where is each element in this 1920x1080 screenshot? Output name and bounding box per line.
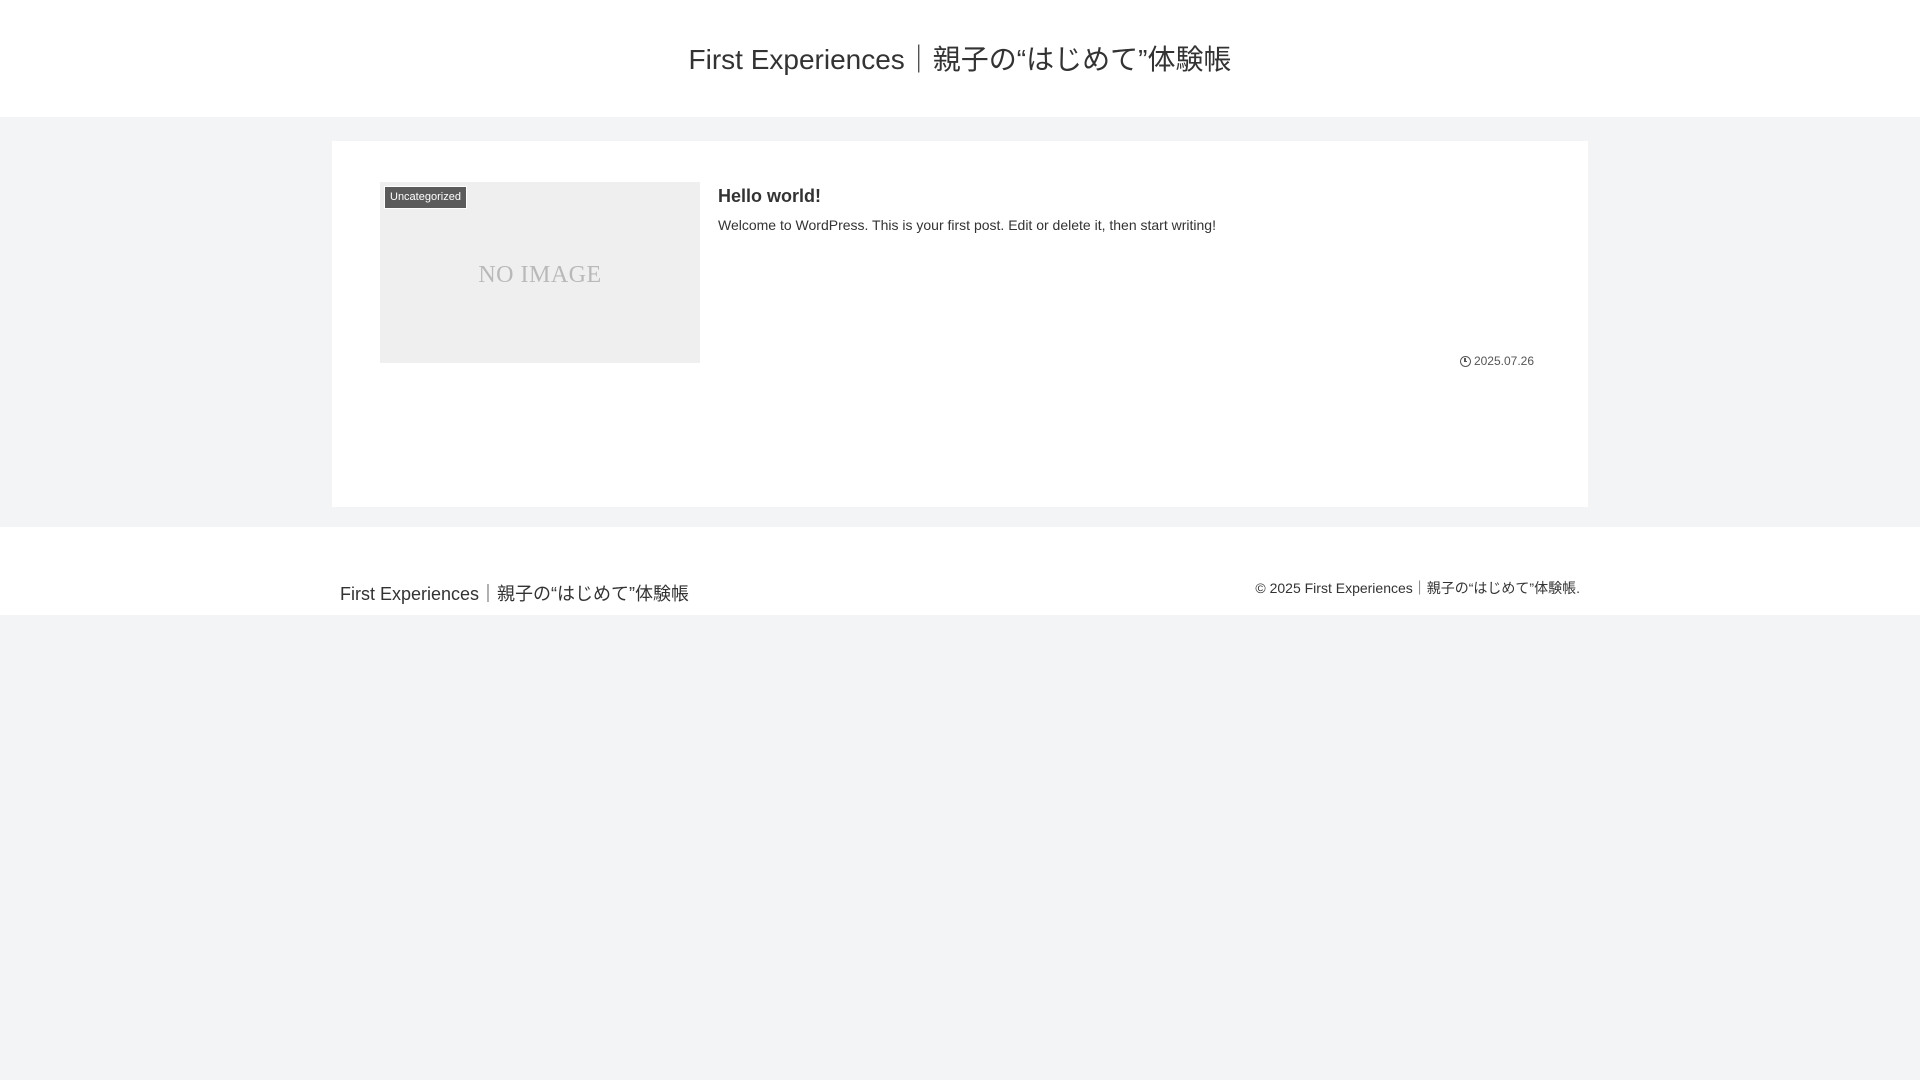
- entry-snippet: Welcome to WordPress. This is your first…: [718, 217, 1216, 233]
- entry-title[interactable]: Hello world!: [718, 184, 1534, 208]
- entry-thumbnail[interactable]: NO IMAGE Uncategorized: [380, 182, 700, 363]
- clock-icon: [1459, 355, 1471, 367]
- entry-card[interactable]: NO IMAGE Uncategorized Hello world! Welc…: [380, 182, 1534, 368]
- content-area: NO IMAGE Uncategorized Hello world! Welc…: [0, 117, 1920, 527]
- no-image-placeholder: NO IMAGE: [478, 262, 602, 288]
- entry-date-text: 2025.07.26: [1473, 354, 1534, 368]
- entry-body: Hello world! Welcome to WordPress. This …: [700, 182, 1534, 368]
- entry-date: 2025.07.26: [1459, 354, 1534, 368]
- category-label: Uncategorized: [384, 186, 467, 209]
- footer-site-title-link[interactable]: First Experiences｜親子の“はじめて”体験帳: [340, 580, 689, 606]
- site-footer: First Experiences｜親子の“はじめて”体験帳 © 2025 Fi…: [0, 527, 1920, 615]
- site-title-link[interactable]: First Experiences｜親子の“はじめて”体験帳: [689, 38, 1232, 78]
- main-content: NO IMAGE Uncategorized Hello world! Welc…: [332, 141, 1588, 507]
- footer-inner: First Experiences｜親子の“はじめて”体験帳 © 2025 Fi…: [332, 527, 1588, 615]
- site-header: First Experiences｜親子の“はじめて”体験帳: [0, 0, 1920, 117]
- copyright-text: © 2025 First Experiences｜親子の“はじめて”体験帳.: [1255, 580, 1580, 596]
